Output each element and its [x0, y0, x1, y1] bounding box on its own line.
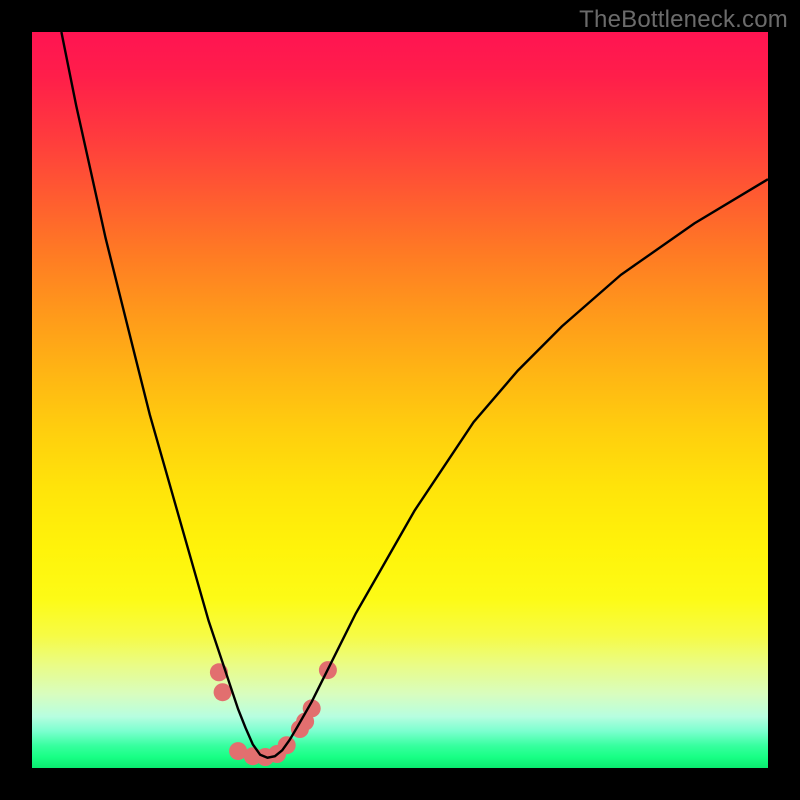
watermark-text: TheBottleneck.com — [579, 6, 788, 34]
plot-area — [32, 32, 768, 768]
data-markers — [210, 661, 337, 766]
outer-frame: TheBottleneck.com — [0, 0, 800, 800]
bottleneck-curve — [61, 32, 768, 758]
data-marker — [214, 683, 232, 701]
chart-svg — [32, 32, 768, 768]
